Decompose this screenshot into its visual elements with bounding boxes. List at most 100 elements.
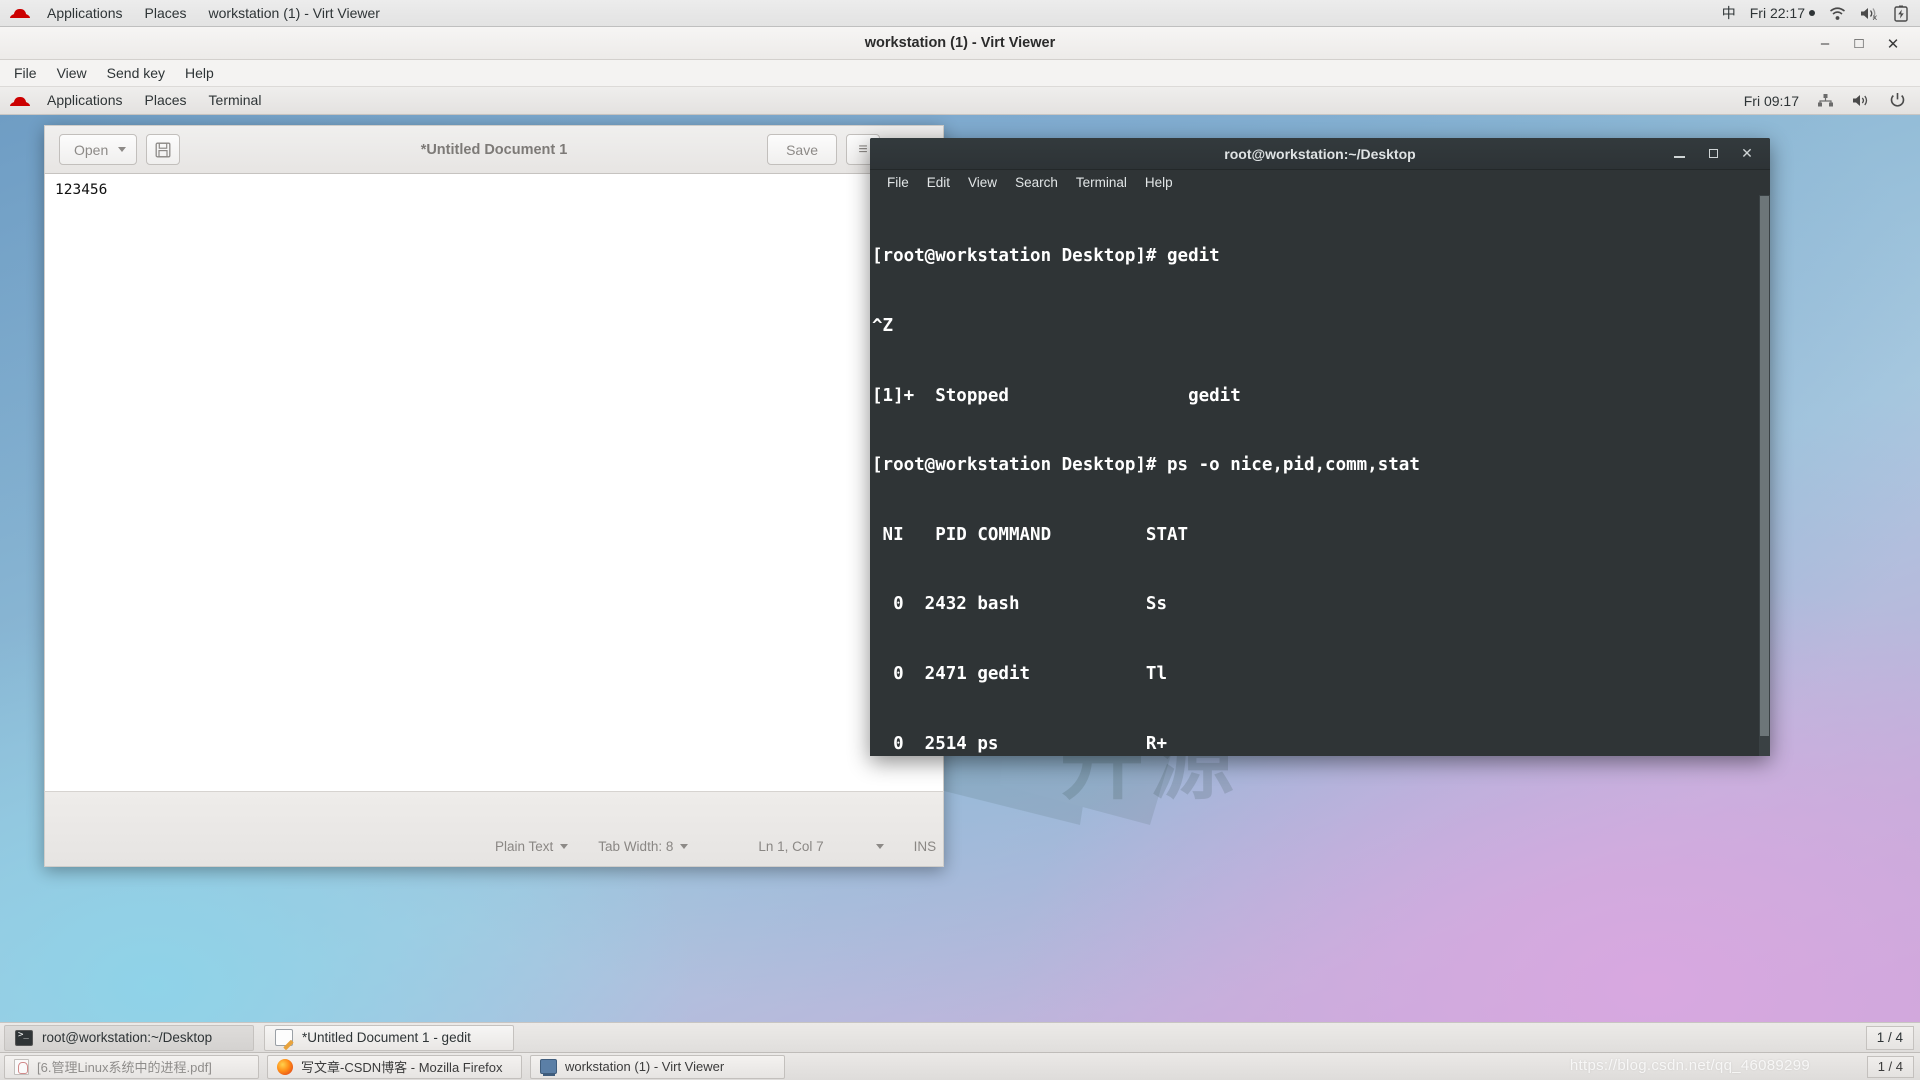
terminal-title: root@workstation:~/Desktop [870,146,1770,162]
host-clock[interactable]: Fri 22:17 [1750,5,1815,21]
terminal-window-controls: ✕ [1672,145,1770,162]
host-taskbar-item-pdf[interactable]: [6.管理Linux系统中的进程.pdf] [4,1055,259,1079]
virt-viewer-menubar: File View Send key Help [0,60,1920,87]
save-disk-icon [155,142,171,158]
gedit-goto-line-dropdown[interactable] [876,844,884,849]
virt-viewer-minimize-button[interactable]: – [1816,35,1834,52]
guest-workspace-indicator[interactable]: 1 / 4 [1866,1026,1914,1050]
screen-root: Applications Places workstation (1) - Vi… [0,0,1920,1080]
terminal-line: 0 2471 gedit Tl [872,663,1770,686]
svg-text:x: x [1873,13,1878,21]
guest-top-panel: Applications Places Terminal Fri 09:17 [0,87,1920,115]
gedit-document-text: 123456 [55,182,107,198]
host-taskbar-item-firefox[interactable]: 写文章-CSDN博客 - Mozilla Firefox [267,1055,522,1079]
terminal-maximize-button[interactable] [1706,149,1720,158]
gedit-language-selector[interactable]: Plain Text [495,839,568,854]
firefox-icon [277,1059,293,1075]
gedit-cursor-position: Ln 1, Col 7 [758,839,823,854]
terminal-close-button[interactable]: ✕ [1740,145,1754,162]
terminal-line: ^Z [872,315,1770,338]
host-menu-places[interactable]: Places [134,0,198,26]
chevron-down-icon [560,844,568,849]
gedit-open-label: Open [74,142,108,158]
terminal-line: [root@workstation Desktop]# ps -o nice,p… [872,454,1770,477]
terminal-menu-file[interactable]: File [878,171,918,195]
terminal-menu-search[interactable]: Search [1006,171,1067,195]
chevron-down-icon [680,844,688,849]
virt-viewer-close-button[interactable]: ✕ [1884,35,1902,53]
terminal-line: [root@workstation Desktop]# gedit [872,245,1770,268]
gedit-language-label: Plain Text [495,839,553,854]
gedit-statusbar-row: Plain Text Tab Width: 8 Ln 1, Col 7 INS [45,826,943,866]
pdf-icon [14,1059,29,1075]
terminal-line: [1]+ Stopped gedit [872,385,1770,408]
virt-viewer-window-controls: – □ ✕ [1816,27,1914,60]
gedit-position-label: Ln 1, Col 7 [758,839,823,854]
vv-menu-file[interactable]: File [4,60,47,86]
terminal-menu-view[interactable]: View [959,171,1006,195]
redhat-icon [10,6,30,20]
guest-menu-terminal[interactable]: Terminal [198,87,273,114]
battery-charging-icon[interactable] [1894,5,1908,22]
terminal-line: 0 2432 bash Ss [872,593,1770,616]
terminal-scrollbar[interactable] [1759,195,1770,756]
terminal-menu-edit[interactable]: Edit [918,171,959,195]
vv-menu-view[interactable]: View [47,60,97,86]
chevron-down-icon [876,844,884,849]
guest-menu-places[interactable]: Places [134,87,198,114]
gedit-save-button[interactable]: Save [767,134,837,165]
network-icon[interactable] [1817,93,1834,108]
power-icon[interactable] [1889,92,1906,109]
vv-menu-help[interactable]: Help [175,60,224,86]
terminal-titlebar: root@workstation:~/Desktop ✕ [870,138,1770,170]
terminal-menu-help[interactable]: Help [1136,171,1182,195]
taskbar-item-terminal-label: root@workstation:~/Desktop [42,1030,212,1045]
terminal-minimize-button[interactable] [1672,149,1686,158]
ime-indicator[interactable]: 中 [1722,3,1736,23]
volume-muted-icon[interactable]: x [1860,6,1880,21]
wifi-icon[interactable] [1829,6,1846,21]
host-top-panel: Applications Places workstation (1) - Vi… [0,0,1920,27]
gedit-text-area[interactable]: 123456 [44,174,944,791]
guest-menu-applications[interactable]: Applications [36,87,134,114]
taskbar-item-gedit-label: *Untitled Document 1 - gedit [302,1030,471,1045]
taskbar-item-terminal[interactable]: root@workstation:~/Desktop [4,1025,254,1051]
terminal-window: root@workstation:~/Desktop ✕ File Edit V… [870,138,1770,756]
terminal-scrollbar-thumb[interactable] [1760,196,1769,736]
host-taskbar-item-pdf-label: [6.管理Linux系统中的进程.pdf] [37,1057,212,1076]
notification-dot-icon [1809,10,1815,16]
virt-viewer-icon [540,1059,557,1074]
guest-redhat-icon [10,94,30,108]
guest-taskbar: root@workstation:~/Desktop *Untitled Doc… [0,1022,1920,1052]
virt-viewer-titlebar: workstation (1) - Virt Viewer – □ ✕ [0,27,1920,60]
host-window-label[interactable]: workstation (1) - Virt Viewer [198,0,391,26]
host-taskbar: [6.管理Linux系统中的进程.pdf] 写文章-CSDN博客 - Mozil… [0,1052,1920,1080]
gedit-headerbar: Open *Untitled Document 1 Save ≡ – [44,125,944,174]
host-menu-applications[interactable]: Applications [36,0,134,26]
terminal-line: NI PID COMMAND STAT [872,524,1770,547]
taskbar-item-gedit[interactable]: *Untitled Document 1 - gedit [264,1025,514,1051]
virt-viewer-title: workstation (1) - Virt Viewer [865,35,1055,51]
terminal-menu-terminal[interactable]: Terminal [1067,171,1136,195]
gedit-icon [275,1029,293,1046]
virt-viewer-maximize-button[interactable]: □ [1850,35,1868,52]
volume-icon[interactable] [1852,93,1871,108]
guest-system-tray: Fri 09:17 [1744,92,1920,109]
terminal-output[interactable]: [root@workstation Desktop]# gedit ^Z [1]… [870,195,1770,756]
terminal-line: 0 2514 ps R+ [872,733,1770,756]
gedit-statusbar: Plain Text Tab Width: 8 Ln 1, Col 7 INS [44,791,944,867]
chevron-down-icon [118,147,126,152]
host-taskbar-item-virt-viewer[interactable]: workstation (1) - Virt Viewer [530,1055,785,1079]
gedit-tab-width-selector[interactable]: Tab Width: 8 [598,839,688,854]
vv-menu-send-key[interactable]: Send key [97,60,175,86]
host-taskbar-item-virt-viewer-label: workstation (1) - Virt Viewer [565,1059,724,1074]
gedit-window: Open *Untitled Document 1 Save ≡ – 12345… [44,125,944,867]
gedit-open-button[interactable]: Open [59,134,137,165]
terminal-icon [15,1030,33,1046]
host-workspace-indicator[interactable]: 1 / 4 [1867,1056,1914,1078]
terminal-menubar: File Edit View Search Terminal Help [870,170,1770,195]
host-clock-text: Fri 22:17 [1750,5,1805,21]
guest-clock[interactable]: Fri 09:17 [1744,93,1799,109]
gedit-save-as-button[interactable] [146,134,180,165]
gedit-insert-mode: INS [914,839,937,854]
